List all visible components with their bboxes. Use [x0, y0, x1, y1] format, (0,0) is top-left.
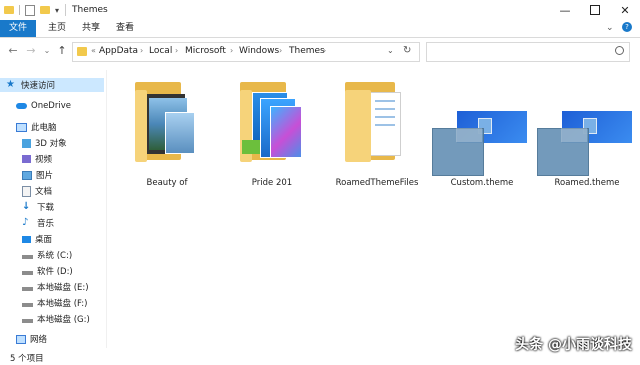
- forward-button[interactable]: →: [24, 45, 38, 57]
- sidebar-item-label: 本地磁盘 (E:): [37, 283, 89, 293]
- folder-icon: [135, 82, 199, 162]
- chevron-right-icon: ›: [140, 46, 144, 55]
- chevron-right-icon: ›: [230, 46, 234, 55]
- tab-home[interactable]: 主页: [40, 20, 74, 37]
- sidebar-item-label: 文档: [35, 187, 53, 197]
- sidebar-item-label: 图片: [36, 171, 54, 181]
- tab-view[interactable]: 查看: [108, 20, 142, 37]
- desktop-icon: [22, 235, 31, 243]
- drive-icon: [22, 255, 33, 259]
- download-icon: ↓: [22, 201, 31, 212]
- music-icon: ♪: [22, 217, 29, 228]
- minimize-button[interactable]: —: [550, 0, 580, 20]
- drive-icon: [22, 319, 33, 323]
- ribbon: 文件 主页 共享 查看 ⌄ ?: [0, 20, 640, 38]
- recent-locations-button[interactable]: ⌄: [40, 45, 54, 57]
- up-button[interactable]: ↑: [55, 45, 69, 57]
- sidebar-item-label: 音乐: [37, 219, 55, 229]
- drive-icon: [22, 271, 33, 275]
- window-title: Themes: [72, 5, 108, 15]
- close-icon: ✕: [620, 3, 630, 17]
- sidebar-item-label: OneDrive: [31, 101, 71, 111]
- star-icon: ★: [6, 79, 15, 90]
- maximize-icon: [590, 5, 600, 15]
- sidebar-item-label: 下载: [37, 203, 55, 213]
- sidebar-item-label: 本地磁盘 (F:): [37, 299, 88, 309]
- file-item[interactable]: Roamed.theme: [537, 74, 637, 188]
- file-name: Roamed.theme: [554, 178, 620, 188]
- sidebar-item-label: 软件 (D:): [37, 267, 73, 277]
- cloud-icon: [16, 103, 27, 109]
- file-item[interactable]: RoamedThemeFiles: [327, 74, 427, 188]
- search-box[interactable]: [426, 42, 630, 62]
- chevron-right-icon: ›: [279, 46, 283, 55]
- quick-access-toolbar: ▾: [4, 3, 59, 17]
- navigation-bar: ← → ⌄ ↑ « AppData › Local › Microsoft › …: [0, 38, 640, 64]
- folder-icon: [345, 82, 409, 162]
- file-list: Beauty of Pride 201 RoamedThemeFiles Cus…: [107, 64, 640, 348]
- address-overflow[interactable]: «: [91, 46, 96, 55]
- cube-icon: [22, 138, 31, 148]
- expand-ribbon-icon[interactable]: ⌄: [606, 23, 614, 33]
- picture-icon: [22, 170, 32, 180]
- file-item[interactable]: Custom.theme: [432, 74, 532, 188]
- breadcrumb-themes[interactable]: Themes: [289, 46, 325, 56]
- computer-icon: [16, 122, 27, 132]
- minimize-icon: —: [559, 3, 571, 17]
- customize-toolbar-icon[interactable]: ▾: [55, 6, 59, 15]
- sidebar-item-quick-access[interactable]: ★ 快速访问: [0, 78, 104, 92]
- theme-file-icon: [537, 110, 637, 180]
- sidebar-item-network[interactable]: 网络: [0, 332, 120, 346]
- refresh-icon[interactable]: ↻: [403, 45, 411, 56]
- breadcrumb-microsoft[interactable]: Microsoft: [185, 46, 226, 56]
- drive-icon: [22, 287, 33, 291]
- document-icon: [22, 185, 31, 197]
- item-count: 5 个项目: [10, 354, 44, 364]
- navigation-pane: ★ 快速访问 OneDrive 此电脑 3D 对象 视频 图片 文档 ↓ 下载 …: [0, 70, 106, 348]
- sidebar-item-label: 视频: [35, 155, 53, 165]
- file-item[interactable]: Pride 201: [222, 74, 322, 188]
- file-name: Beauty of: [146, 178, 188, 188]
- watermark: 头条 @小雨谈科技: [515, 337, 632, 353]
- chevron-right-icon: ›: [175, 46, 179, 55]
- sidebar-item-label: 快速访问: [21, 81, 56, 91]
- file-name: Custom.theme: [450, 178, 514, 188]
- tab-share[interactable]: 共享: [74, 20, 108, 37]
- network-icon: [16, 334, 26, 344]
- maximize-button[interactable]: [580, 0, 610, 20]
- help-icon[interactable]: ?: [622, 22, 632, 32]
- chevron-right-icon: ›: [323, 46, 327, 55]
- breadcrumb-appdata[interactable]: AppData: [99, 46, 138, 56]
- sidebar-item-label: 系统 (C:): [37, 251, 73, 261]
- theme-file-icon: [432, 110, 532, 180]
- divider: [19, 5, 20, 15]
- breadcrumb-windows[interactable]: Windows: [239, 46, 279, 56]
- address-dropdown-icon[interactable]: ⌄: [387, 46, 394, 55]
- search-icon: [615, 46, 624, 55]
- title-bar: ▾ Themes — ✕: [0, 0, 640, 21]
- properties-icon[interactable]: [25, 4, 35, 16]
- breadcrumb-local[interactable]: Local: [149, 46, 172, 56]
- drive-icon: [22, 303, 33, 307]
- file-name: RoamedThemeFiles: [335, 178, 419, 188]
- new-folder-icon[interactable]: [40, 6, 50, 14]
- sidebar-item-onedrive[interactable]: OneDrive: [0, 99, 120, 113]
- folder-icon: [240, 82, 304, 162]
- back-button[interactable]: ←: [6, 45, 20, 57]
- divider: [65, 4, 66, 16]
- folder-icon: [77, 47, 87, 56]
- sidebar-item-label: 3D 对象: [35, 139, 67, 149]
- address-bar[interactable]: « AppData › Local › Microsoft › Windows …: [72, 42, 420, 62]
- sidebar-item-label: 网络: [30, 335, 48, 345]
- sidebar-item-this-pc[interactable]: 此电脑: [0, 120, 120, 134]
- sidebar-item-label: 桌面: [35, 235, 53, 245]
- close-button[interactable]: ✕: [610, 0, 640, 20]
- folder-icon: [4, 6, 14, 14]
- file-item[interactable]: Beauty of: [117, 74, 217, 188]
- sidebar-item-label: 本地磁盘 (G:): [37, 315, 90, 325]
- file-name: Pride 201: [251, 178, 293, 188]
- sidebar-item-label: 此电脑: [31, 123, 57, 133]
- video-icon: [22, 155, 31, 163]
- tab-file[interactable]: 文件: [0, 20, 36, 37]
